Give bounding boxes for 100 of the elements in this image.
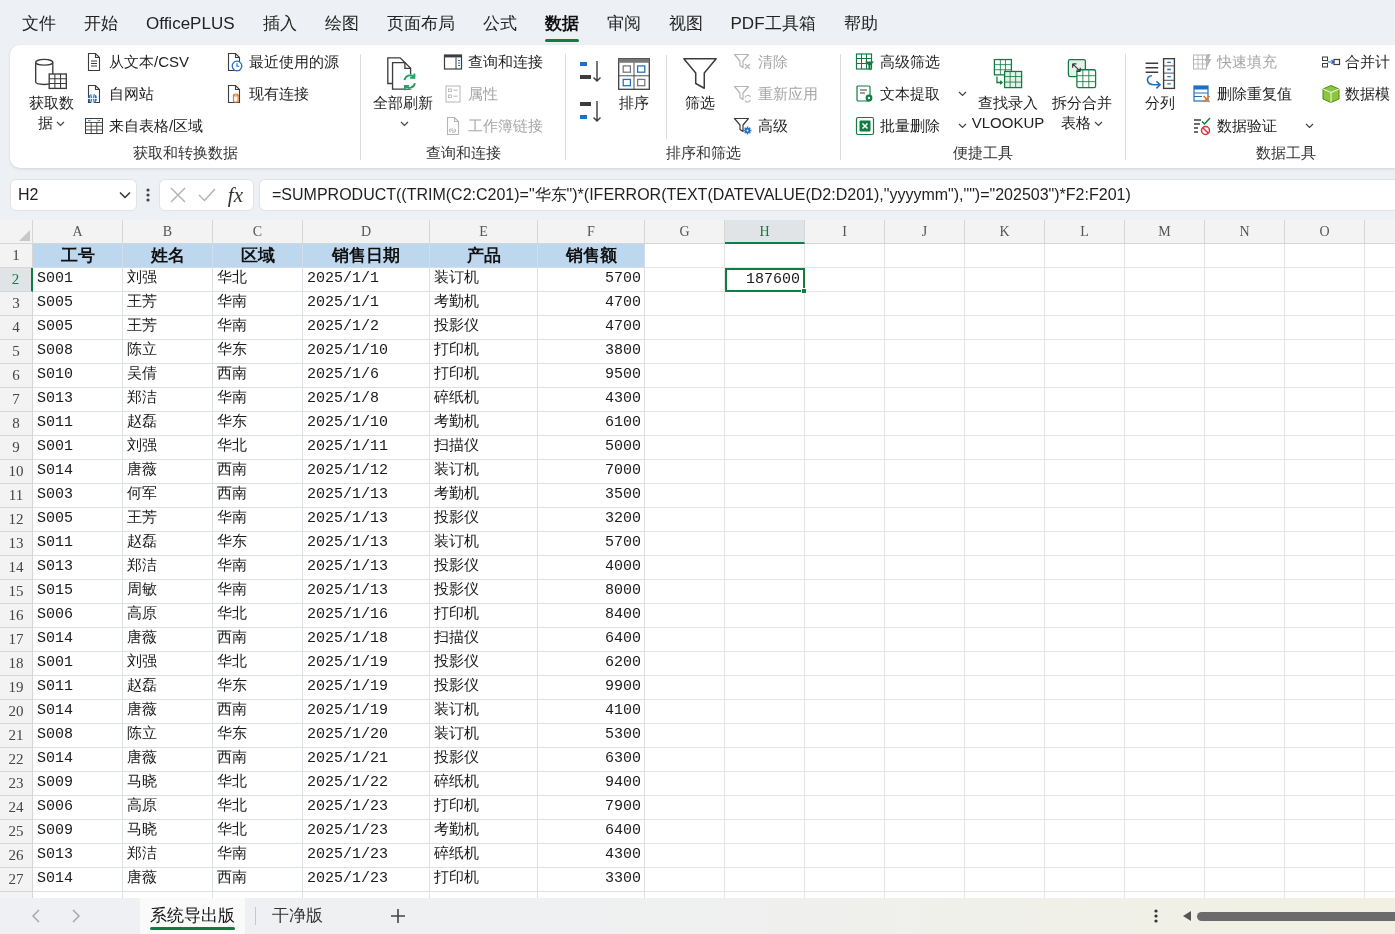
more-icon[interactable] <box>1154 908 1158 924</box>
menu-tab[interactable]: 绘图 <box>310 0 373 44</box>
ribbon-button[interactable]: 查找录入 VLOOKUP <box>969 45 1047 133</box>
row-header[interactable]: 1 <box>0 244 33 268</box>
row-header[interactable]: 10 <box>0 460 33 484</box>
table-cell: 打印机 <box>430 796 538 820</box>
menu-tab[interactable]: 帮助 <box>829 0 892 44</box>
row-header[interactable]: 24 <box>0 796 33 820</box>
menu-tab[interactable]: 公式 <box>468 0 531 44</box>
column-header[interactable]: L <box>1045 220 1125 244</box>
active-cell[interactable]: 187600 <box>725 268 805 292</box>
ribbon-button[interactable]: 数据验证 <box>1192 110 1314 142</box>
row-header[interactable]: 20 <box>0 700 33 724</box>
menu-tab[interactable]: PDF工具箱 <box>716 0 830 44</box>
column-header[interactable]: F <box>538 220 645 244</box>
menu-tab[interactable]: 数据 <box>530 0 593 44</box>
row-header[interactable]: 17 <box>0 628 33 652</box>
ribbon-button[interactable]: 高级筛选 <box>855 46 967 78</box>
table-cell: S006 <box>33 604 123 628</box>
insert-function-button[interactable]: fx <box>227 184 243 206</box>
table-cell: 刘强 <box>123 652 213 676</box>
table-cell: 西南 <box>213 364 303 388</box>
row-header[interactable]: 15 <box>0 580 33 604</box>
ribbon-button[interactable]: 从文本/CSV <box>84 46 218 78</box>
table-cell: 2025/1/19 <box>303 652 430 676</box>
sheet-tab[interactable]: 系统导出版 <box>140 898 245 934</box>
row-header[interactable]: 3 <box>0 292 33 316</box>
table-cell: 陈立 <box>123 340 213 364</box>
menu-tab[interactable]: 开始 <box>70 0 132 44</box>
table-cell: 唐薇 <box>123 700 213 724</box>
column-header[interactable]: B <box>123 220 213 244</box>
row-header[interactable]: 23 <box>0 772 33 796</box>
plus-icon[interactable] <box>391 909 405 923</box>
column-header[interactable]: J <box>885 220 965 244</box>
more-icon[interactable] <box>146 187 150 203</box>
table-cell: 装订机 <box>430 268 538 292</box>
row-header[interactable]: 26 <box>0 844 33 868</box>
column-header[interactable]: E <box>430 220 538 244</box>
row-header[interactable]: 22 <box>0 748 33 772</box>
table-cell: S001 <box>33 436 123 460</box>
column-header[interactable]: M <box>1125 220 1205 244</box>
scrollbar-thumb[interactable] <box>1197 911 1395 921</box>
ribbon-button[interactable]: 拆分合并表格 <box>1051 45 1113 133</box>
row-header[interactable]: 8 <box>0 412 33 436</box>
column-header[interactable]: A <box>33 220 123 244</box>
row-header[interactable]: 13 <box>0 532 33 556</box>
ribbon-button[interactable]: 排序 <box>614 45 654 113</box>
menu-tab[interactable]: 视图 <box>654 0 717 44</box>
column-header[interactable]: D <box>303 220 430 244</box>
ribbon-button[interactable]: 批量删除 <box>855 110 967 142</box>
row-header[interactable]: 18 <box>0 652 33 676</box>
row-header[interactable]: 7 <box>0 388 33 412</box>
row-header[interactable]: 25 <box>0 820 33 844</box>
row-header[interactable]: 2 <box>0 268 33 292</box>
ribbon-button[interactable]: 文本提取 <box>855 78 967 110</box>
data-validation-icon <box>1192 116 1212 136</box>
row-header[interactable]: 5 <box>0 340 33 364</box>
column-header[interactable]: G <box>645 220 725 244</box>
row-header[interactable]: 12 <box>0 508 33 532</box>
row-header[interactable]: 9 <box>0 436 33 460</box>
scroll-left-icon[interactable] <box>1183 911 1191 921</box>
formula-field[interactable]: =SUMPRODUCT((TRIM(C2:C201)="华东")*(IFERROR(TEXT(DATEVALUE(D2:D201),"yyyymm"),"")="202503")*F2:F201) <box>259 179 1395 211</box>
check-icon[interactable] <box>197 188 216 202</box>
menu-tab[interactable]: 页面布局 <box>372 0 469 44</box>
ribbon-button[interactable]: 最近使用的源 <box>224 46 339 78</box>
ribbon-button[interactable]: 删除重复值 <box>1192 78 1314 110</box>
column-header[interactable]: I <box>805 220 885 244</box>
ribbon-button[interactable]: 获取数据 <box>24 45 78 133</box>
table-cell: 华南 <box>213 556 303 580</box>
ribbon-button[interactable]: 筛选 <box>679 45 721 113</box>
ribbon-button[interactable]: 自网站 <box>84 78 218 110</box>
ribbon-button[interactable]: 来自表格/区域 <box>84 110 218 142</box>
ribbon-button[interactable]: 合并计 <box>1321 46 1390 78</box>
table-cell: 赵磊 <box>123 676 213 700</box>
ribbon-button[interactable]: 现有连接 <box>224 78 339 110</box>
menu-tab[interactable]: OfficePLUS <box>132 0 249 44</box>
row-header[interactable]: 11 <box>0 484 33 508</box>
column-header[interactable]: O <box>1285 220 1365 244</box>
row-header[interactable]: 14 <box>0 556 33 580</box>
sheet-tab[interactable]: 干净版 <box>262 898 333 934</box>
row-header[interactable]: 6 <box>0 364 33 388</box>
menu-tab[interactable]: 文件 <box>8 0 70 44</box>
row-header[interactable]: 19 <box>0 676 33 700</box>
row-header[interactable]: 16 <box>0 604 33 628</box>
menu-tab[interactable]: 插入 <box>248 0 311 44</box>
ribbon-button[interactable]: 分列 <box>1138 45 1182 113</box>
ribbon-button[interactable]: 查询和连接 <box>443 46 543 78</box>
fill-handle[interactable] <box>801 288 807 294</box>
ribbon-button[interactable]: 数据模 <box>1321 78 1390 110</box>
row-header[interactable]: 21 <box>0 724 33 748</box>
ribbon-button[interactable]: 高级 <box>733 110 818 142</box>
column-header[interactable]: H <box>725 220 805 244</box>
menu-tab[interactable]: 审阅 <box>592 0 655 44</box>
column-header[interactable]: K <box>965 220 1045 244</box>
ribbon-button[interactable]: 全部刷新 <box>371 45 435 133</box>
column-header[interactable]: N <box>1205 220 1285 244</box>
column-header[interactable]: C <box>213 220 303 244</box>
name-box[interactable]: H2 <box>10 179 137 211</box>
row-header[interactable]: 27 <box>0 868 33 892</box>
row-header[interactable]: 4 <box>0 316 33 340</box>
